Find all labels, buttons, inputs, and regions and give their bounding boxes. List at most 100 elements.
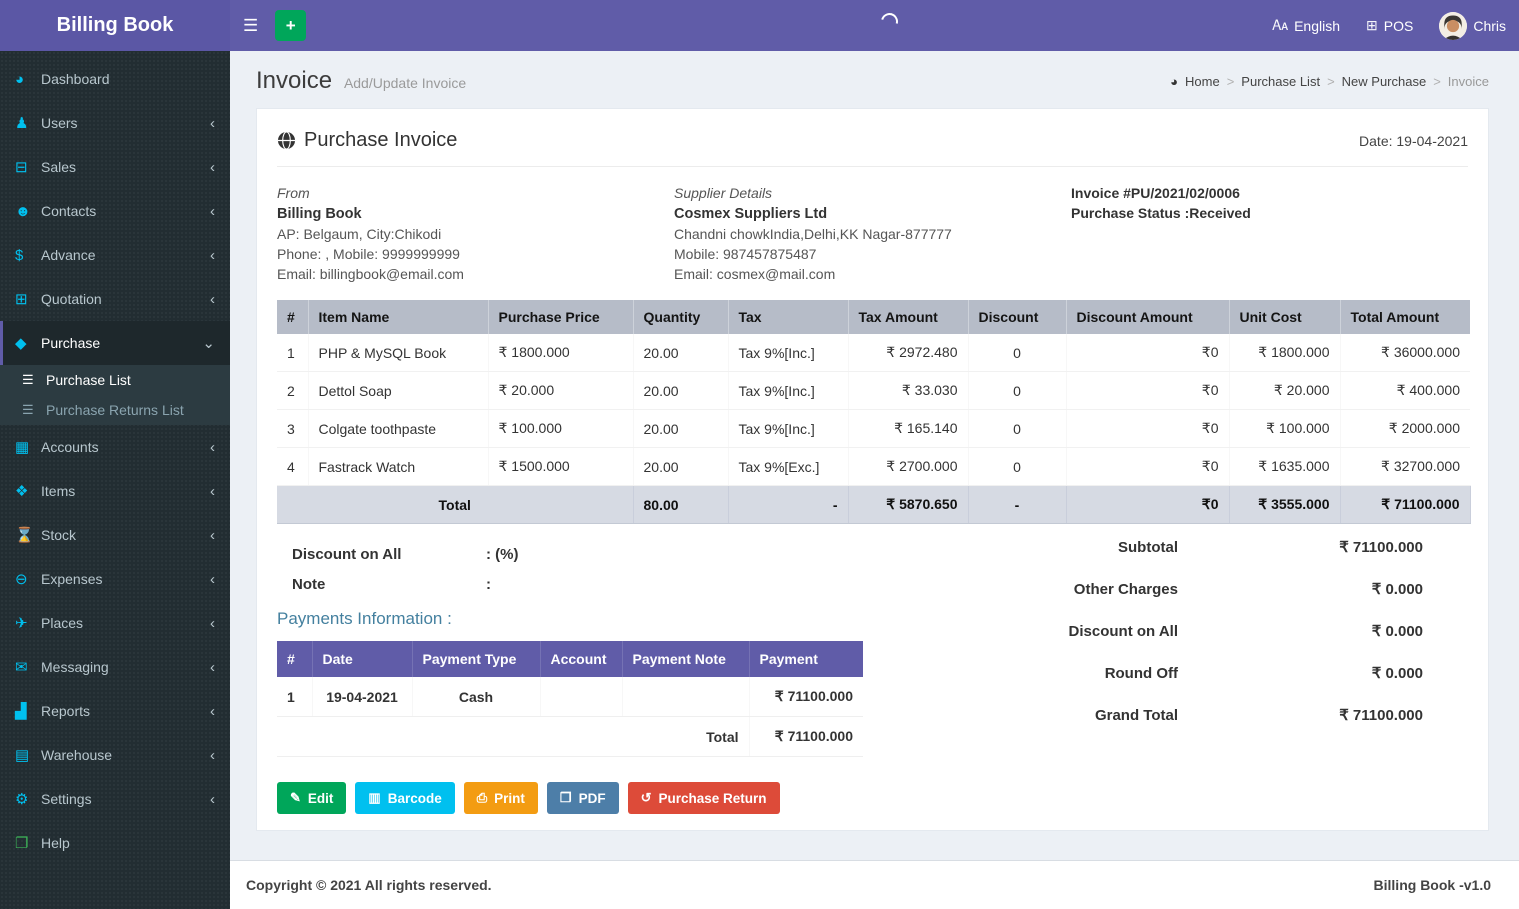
from-heading: From <box>277 185 310 201</box>
pos-button[interactable]: ⊞ POS <box>1353 0 1426 51</box>
navbar-right: 🗛 English ⊞ POS Chris <box>1259 0 1519 51</box>
page-header: Invoice Add/Update Invoice ◕ Home > Purc… <box>230 51 1519 108</box>
sidebar-item-label: Items <box>41 483 76 499</box>
from-address: AP: Belgaum, City:Chikodi <box>277 226 442 242</box>
sidebar-item-sales[interactable]: ⊟ Sales ‹ <box>0 145 230 189</box>
navbar: ☰ + 🗛 English ⊞ POS Chris <box>230 0 1519 51</box>
breadcrumb-new-purchase[interactable]: New Purchase <box>1342 74 1427 89</box>
payment-row: 1 19-04-2021 Cash ₹ 71100.000 <box>277 677 863 717</box>
sidebar-item-contacts[interactable]: ☻ Contacts ‹ <box>0 189 230 233</box>
barcode-icon: ▥ <box>368 790 381 805</box>
language-menu[interactable]: 🗛 English <box>1259 0 1353 51</box>
sidebar-item-purchase-returns-list[interactable]: ☰ Purchase Returns List <box>0 395 230 425</box>
edit-button[interactable]: ✎ Edit <box>277 782 347 814</box>
sidebar-item-label: Reports <box>41 703 91 719</box>
col-purchase-price: Purchase Price <box>488 300 634 334</box>
purchase-return-button[interactable]: ↺ Purchase Return <box>627 782 780 814</box>
sidebar-item-accounts[interactable]: ▦ Accounts ‹ <box>0 425 230 469</box>
breadcrumb-invoice: Invoice <box>1447 73 1489 89</box>
pos-label: POS <box>1383 17 1414 34</box>
sidebar: ◕ Dashboard ♟ Users ‹ ⊟ Sales ‹ ☻ Contac… <box>0 51 230 909</box>
sidebar-item-label: Purchase <box>41 335 101 351</box>
items-header-row: # Item Name Purchase Price Quantity Tax … <box>277 300 1470 334</box>
table-row: 4 Fastrack Watch ₹ 1500.000 20.00 Tax 9%… <box>277 447 1470 486</box>
sidebar-item-label: Help <box>41 835 70 851</box>
sidebar-item-stock[interactable]: ⌛ Stock ‹ <box>0 513 230 557</box>
sidebar-item-purchase[interactable]: ◆ Purchase ⌄ <box>0 321 230 365</box>
breadcrumb-purchase-list[interactable]: Purchase List <box>1241 74 1320 89</box>
sidebar-item-label: Advance <box>41 247 96 263</box>
adjustments: Discount on All : (%) Note : <box>292 546 908 593</box>
from-email: Email: billingbook@email.com <box>277 266 464 282</box>
sidebar-item-places[interactable]: ✈ Places ‹ <box>0 601 230 645</box>
edit-icon: ✎ <box>290 790 301 805</box>
sidebar-toggle-button[interactable]: ☰ <box>230 0 271 51</box>
breadcrumb-home[interactable]: Home <box>1185 74 1220 89</box>
copyright-text: Copyright © 2021 All rights reserved. <box>246 877 492 893</box>
items-total-row: Total 80.00 - ₹ 5870.650 - ₹0 ₹ 3555.000… <box>277 485 1471 524</box>
grid-icon: ▦ <box>15 439 30 456</box>
undo-icon: ↺ <box>640 790 652 805</box>
language-icon: 🗛 <box>1272 17 1289 33</box>
purchase-status: Purchase Status :Received <box>1071 205 1251 221</box>
page-subtitle: Add/Update Invoice <box>343 75 467 91</box>
pdf-file-icon: ❒ <box>559 790 572 805</box>
sidebar-item-label: Messaging <box>41 659 109 675</box>
sidebar-item-purchase-list[interactable]: ☰ Purchase List <box>0 365 230 395</box>
sidebar-item-dashboard[interactable]: ◕ Dashboard <box>0 57 230 101</box>
sidebar-item-label: Accounts <box>41 439 99 455</box>
app-logo[interactable]: Billing Book <box>0 0 230 51</box>
user-plus-icon: ♟ <box>15 115 29 132</box>
sidebar-item-label: Contacts <box>41 203 97 219</box>
discount-on-all-summary-value: ₹ 0.000 <box>1371 623 1423 640</box>
version-text: Billing Book -v1.0 <box>1373 877 1491 893</box>
note-label: Note <box>292 576 326 593</box>
sidebar-item-advance[interactable]: $ Advance ‹ <box>0 233 230 277</box>
footer: Copyright © 2021 All rights reserved. Bi… <box>230 860 1519 909</box>
quick-add-button[interactable]: + <box>275 10 307 41</box>
col-index: # <box>277 641 313 677</box>
chevron-left-icon: ‹ <box>210 570 215 588</box>
hamburger-icon: ☰ <box>243 15 259 35</box>
chevron-left-icon: ‹ <box>210 658 215 676</box>
user-menu[interactable]: Chris <box>1426 0 1519 51</box>
discount-on-all-value: : (%) <box>486 546 519 563</box>
minus-circle-icon: ⊖ <box>15 571 28 588</box>
sidebar-item-expenses[interactable]: ⊖ Expenses ‹ <box>0 557 230 601</box>
col-account: Account <box>540 641 623 677</box>
supplier-email: Email: cosmex@mail.com <box>674 266 836 282</box>
subtotal-label: Subtotal <box>1118 538 1178 556</box>
totals-summary: Subtotal ₹ 71100.000 Other Charges ₹ 0.0… <box>944 524 1468 748</box>
pdf-button[interactable]: ❒ PDF <box>546 782 619 814</box>
chevron-down-icon: ⌄ <box>202 334 215 352</box>
sidebar-item-users[interactable]: ♟ Users ‹ <box>0 101 230 145</box>
supplier-address: Chandni chowkIndia,Delhi,KK Nagar-877777 <box>674 226 952 242</box>
col-date: Date <box>312 641 413 677</box>
invoice-section-title: Purchase Invoice <box>277 129 457 152</box>
avatar <box>1439 11 1468 40</box>
discount-on-all-summary-label: Discount on All <box>1068 622 1178 640</box>
round-off-value: ₹ 0.000 <box>1371 665 1423 682</box>
sidebar-item-items[interactable]: ❖ Items ‹ <box>0 469 230 513</box>
barcode-button[interactable]: ▥ Barcode <box>355 782 455 814</box>
sub-item-label: Purchase Returns List <box>46 402 184 418</box>
user-name: Chris <box>1473 17 1506 34</box>
sidebar-item-messaging[interactable]: ✉ Messaging ‹ <box>0 645 230 689</box>
chevron-left-icon: ‹ <box>210 246 215 264</box>
sidebar-item-label: Quotation <box>41 291 102 307</box>
sidebar-item-help[interactable]: ❐ Help <box>0 821 230 865</box>
cube-icon: ◆ <box>15 335 27 352</box>
sidebar-item-reports[interactable]: ▟ Reports ‹ <box>0 689 230 733</box>
sidebar-item-label: Expenses <box>41 571 103 587</box>
col-total-amount: Total Amount <box>1340 300 1470 334</box>
purchase-submenu: ☰ Purchase List ☰ Purchase Returns List <box>0 365 230 425</box>
invoice-date: Date: 19-04-2021 <box>1359 132 1468 149</box>
bar-chart-icon: ▟ <box>15 703 27 720</box>
calendar-plus-icon: ⊞ <box>15 291 28 308</box>
sidebar-item-quotation[interactable]: ⊞ Quotation ‹ <box>0 277 230 321</box>
col-discount-amount: Discount Amount <box>1066 300 1230 334</box>
breadcrumb-separator: > <box>1327 73 1335 89</box>
sidebar-item-settings[interactable]: ⚙ Settings ‹ <box>0 777 230 821</box>
print-button[interactable]: ⎙ Print <box>463 782 538 814</box>
sidebar-item-warehouse[interactable]: ▤ Warehouse ‹ <box>0 733 230 777</box>
